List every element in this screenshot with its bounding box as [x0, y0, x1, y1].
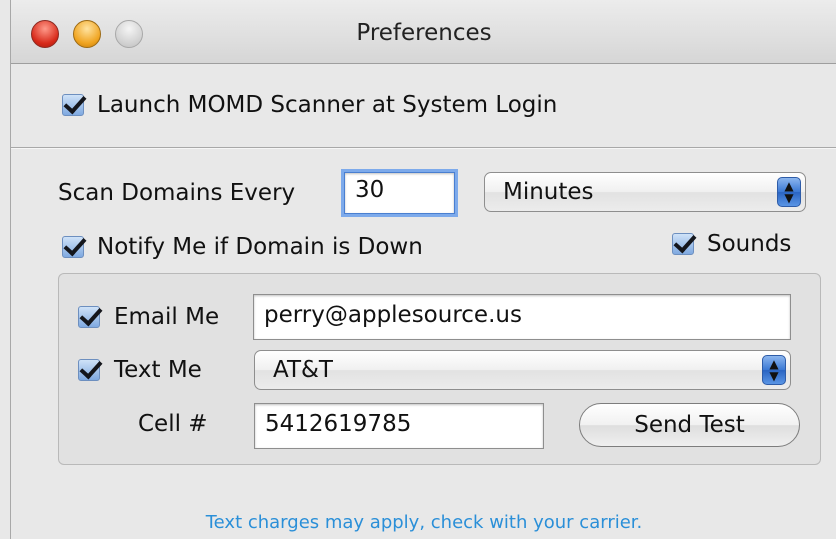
sounds-label: Sounds	[707, 231, 792, 257]
interval-unit-select[interactable]: Minutes ▲ ▼	[484, 172, 806, 212]
cell-number-label: Cell #	[138, 411, 208, 437]
email-me-label: Email Me	[114, 304, 220, 330]
sounds-checkbox[interactable]	[672, 233, 694, 255]
notify-down-checkbox[interactable]	[62, 236, 84, 258]
cell-number-field[interactable]: 5412619785	[254, 403, 544, 449]
carrier-charges-note: Text charges may apply, check with your …	[205, 512, 643, 533]
separator	[11, 147, 836, 149]
email-field[interactable]: perry@applesource.us	[253, 294, 791, 340]
send-test-button[interactable]: Send Test	[579, 403, 800, 447]
scan-interval-label: Scan Domains Every	[58, 180, 296, 206]
launch-at-login-label: Launch MOMD Scanner at System Login	[97, 92, 558, 118]
preferences-window: Preferences Launch MOMD Scanner at Syste…	[10, 0, 836, 539]
text-me-checkbox[interactable]	[78, 359, 100, 381]
carrier-select[interactable]: AT&T ▲ ▼	[254, 350, 791, 390]
select-arrows-icon: ▲ ▼	[762, 355, 786, 385]
window-title: Preferences	[356, 20, 492, 46]
text-me-label: Text Me	[114, 357, 202, 383]
notify-down-label: Notify Me if Domain is Down	[97, 234, 423, 260]
scan-interval-field[interactable]: 30	[344, 172, 455, 214]
title-bar[interactable]: Preferences	[11, 0, 836, 64]
carrier-value: AT&T	[273, 357, 333, 383]
select-arrows-icon: ▲ ▼	[777, 177, 801, 207]
launch-at-login-checkbox[interactable]	[62, 94, 84, 116]
interval-unit-value: Minutes	[503, 179, 594, 205]
email-me-checkbox[interactable]	[78, 306, 100, 328]
